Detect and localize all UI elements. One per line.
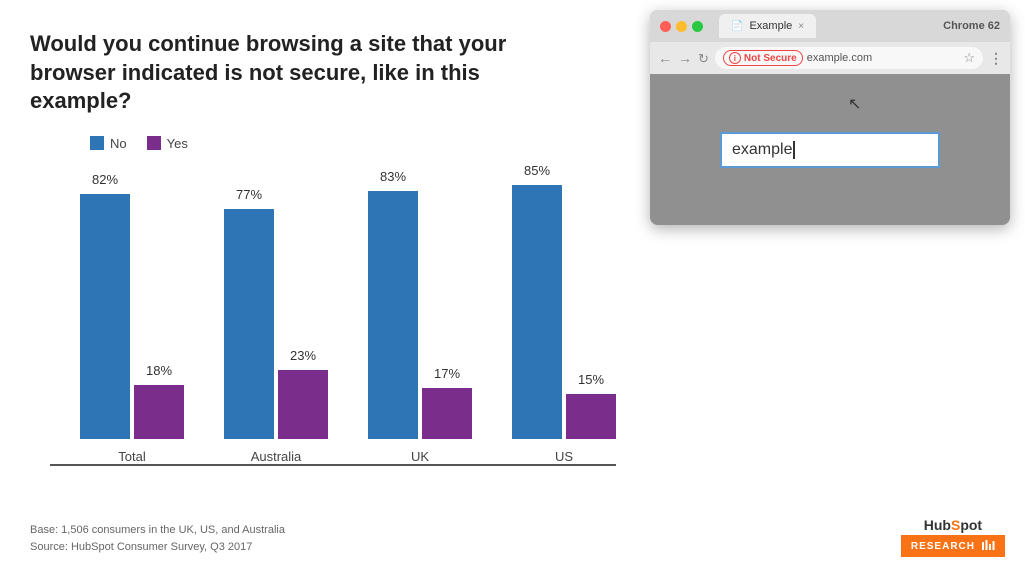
bar-chart: 82% 18% Total 77% 23% [50, 166, 610, 466]
hubspot-name: HubSpot [924, 517, 982, 533]
bar-us-no: 85% [512, 185, 562, 439]
main-content: Would you continue browsing a site that … [0, 0, 640, 577]
bar-australia-no-label: 77% [236, 187, 262, 202]
question-title: Would you continue browsing a site that … [30, 30, 530, 116]
bar-total-yes-label: 18% [146, 363, 172, 378]
chart-inner: 82% 18% Total 77% 23% [50, 166, 616, 466]
group-label-total: Total [118, 449, 145, 464]
legend-no-label: No [110, 136, 127, 151]
maximize-button[interactable] [692, 21, 703, 32]
bar-group-us: 85% 15% US [512, 185, 616, 464]
chart-notes: Base: 1,506 consumers in the UK, US, and… [30, 522, 285, 557]
address-text: example.com [807, 52, 872, 64]
menu-icon[interactable]: ⋮ [989, 50, 1002, 67]
text-cursor [793, 141, 795, 159]
bar-uk-no-label: 83% [380, 169, 406, 184]
legend-yes: Yes [147, 136, 188, 151]
source-note: Source: HubSpot Consumer Survey, Q3 2017 [30, 539, 285, 557]
browser-search-input[interactable]: example [720, 132, 940, 168]
legend-no-color [90, 136, 104, 150]
tab-area: 📄 Example × [719, 14, 935, 38]
bar-pair-us: 85% 15% [512, 185, 616, 439]
browser-titlebar: 📄 Example × Chrome 62 [650, 10, 1010, 42]
bar-uk-yes: 17% [422, 388, 472, 439]
address-bar[interactable]: i Not Secure example.com ☆ [715, 47, 983, 69]
bar-uk-yes-label: 17% [434, 366, 460, 381]
back-button[interactable]: ← [658, 51, 672, 65]
forward-button[interactable]: → [678, 51, 692, 65]
tab-title: Example [749, 20, 792, 32]
research-icon [981, 539, 995, 553]
chrome-version-label: Chrome 62 [943, 20, 1000, 32]
bar-group-australia: 77% 23% Australia [224, 209, 328, 464]
group-label-australia: Australia [251, 449, 302, 464]
info-icon: i [729, 52, 741, 64]
bar-total-no: 82% [80, 194, 130, 439]
bar-group-uk: 83% 17% UK [368, 191, 472, 464]
bar-australia-no: 77% [224, 209, 274, 439]
bar-group-total: 82% 18% Total [80, 194, 184, 464]
minimize-button[interactable] [676, 21, 687, 32]
bar-uk-no: 83% [368, 191, 418, 439]
research-badge: RESEARCH [901, 535, 1005, 557]
research-label: RESEARCH [911, 541, 975, 552]
search-input-text: example [732, 141, 792, 159]
browser-toolbar: ← → ↻ i Not Secure example.com ☆ ⋮ [650, 42, 1010, 74]
not-secure-text: Not Secure [744, 53, 797, 64]
bar-us-no-label: 85% [524, 163, 550, 178]
group-label-us: US [555, 449, 573, 464]
close-button[interactable] [660, 21, 671, 32]
tab-close-button[interactable]: × [798, 21, 804, 32]
tab-icon: 📄 [731, 21, 743, 32]
bar-pair-total: 82% 18% [80, 194, 184, 439]
browser-content: ↖ example [650, 74, 1010, 225]
browser-tab[interactable]: 📄 Example × [719, 14, 816, 38]
bar-australia-yes-label: 23% [290, 348, 316, 363]
bar-total-no-label: 82% [92, 172, 118, 187]
not-secure-badge: i Not Secure [723, 50, 803, 66]
legend-yes-label: Yes [167, 136, 188, 151]
bar-us-yes: 15% [566, 394, 616, 439]
base-note: Base: 1,506 consumers in the UK, US, and… [30, 522, 285, 540]
bar-total-yes: 18% [134, 385, 184, 439]
browser-mockup: 📄 Example × Chrome 62 ← → ↻ i Not Secure… [650, 10, 1010, 225]
bar-us-yes-label: 15% [578, 372, 604, 387]
bar-pair-uk: 83% 17% [368, 191, 472, 439]
bookmark-icon[interactable]: ☆ [963, 50, 975, 66]
cursor-icon: ↖ [848, 94, 861, 114]
bar-australia-yes: 23% [278, 370, 328, 439]
hubspot-logo: HubSpot RESEARCH [901, 517, 1005, 557]
bar-pair-australia: 77% 23% [224, 209, 328, 439]
legend-yes-color [147, 136, 161, 150]
chart-legend: No Yes [90, 136, 610, 151]
reload-button[interactable]: ↻ [698, 52, 709, 65]
group-label-uk: UK [411, 449, 429, 464]
legend-no: No [90, 136, 127, 151]
window-controls [660, 21, 703, 32]
